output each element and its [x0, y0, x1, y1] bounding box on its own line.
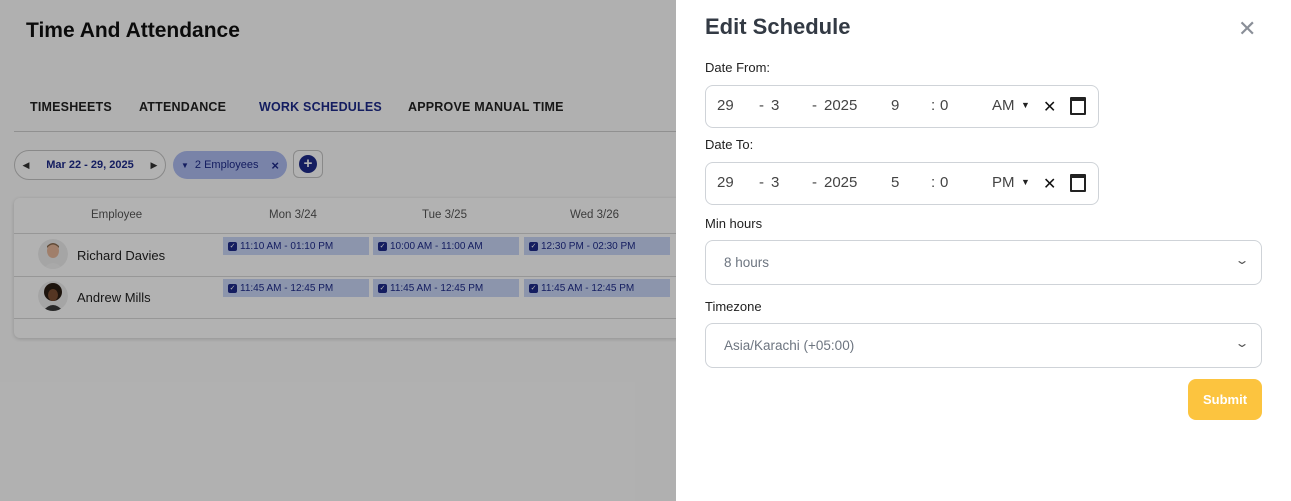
separator: -	[759, 97, 764, 114]
close-icon[interactable]: ✕	[1238, 16, 1256, 42]
date-to-input[interactable]: 29 - 3 - 2025 5 : 0 PM ▼ ✕	[705, 162, 1099, 205]
date-to-label: Date To:	[705, 137, 754, 152]
ampm-chevron-icon[interactable]: ▼	[1021, 177, 1030, 187]
calendar-icon[interactable]	[1070, 174, 1086, 192]
clear-icon[interactable]: ✕	[1043, 97, 1056, 117]
drawer-title: Edit Schedule	[705, 14, 851, 39]
timezone-value: Asia/Karachi (+05:00)	[724, 338, 855, 353]
ampm-chevron-icon[interactable]: ▼	[1021, 100, 1030, 110]
timezone-select[interactable]: Asia/Karachi (+05:00) ⌄	[705, 323, 1262, 368]
day-segment[interactable]: 29	[717, 174, 734, 191]
separator: :	[931, 174, 936, 191]
timezone-label: Timezone	[705, 299, 762, 314]
separator: -	[812, 174, 817, 191]
chevron-down-icon: ⌄	[1234, 336, 1250, 350]
minute-segment[interactable]: 0	[940, 97, 948, 114]
min-hours-label: Min hours	[705, 216, 763, 231]
ampm-segment[interactable]: AM	[992, 97, 1015, 114]
min-hours-value: 8 hours	[724, 255, 770, 270]
minute-segment[interactable]: 0	[940, 174, 948, 191]
date-from-label: Date From:	[705, 60, 771, 75]
year-segment[interactable]: 2025	[824, 174, 857, 191]
min-hours-select[interactable]: 8 hours ⌄	[705, 240, 1262, 285]
clear-icon[interactable]: ✕	[1043, 174, 1056, 194]
month-segment[interactable]: 3	[771, 174, 779, 191]
hour-segment[interactable]: 9	[891, 97, 899, 114]
edit-schedule-drawer: Edit Schedule ✕ Date From: 29 - 3 - 2025…	[676, 0, 1291, 501]
hour-segment[interactable]: 5	[891, 174, 899, 191]
separator: -	[759, 174, 764, 191]
calendar-icon[interactable]	[1070, 97, 1086, 115]
month-segment[interactable]: 3	[771, 97, 779, 114]
chevron-down-icon: ⌄	[1234, 253, 1250, 267]
date-from-input[interactable]: 29 - 3 - 2025 9 : 0 AM ▼ ✕	[705, 85, 1099, 128]
separator: :	[931, 97, 936, 114]
submit-button[interactable]: Submit	[1188, 379, 1262, 420]
day-segment[interactable]: 29	[717, 97, 734, 114]
ampm-segment[interactable]: PM	[992, 174, 1015, 191]
year-segment[interactable]: 2025	[824, 97, 857, 114]
separator: -	[812, 97, 817, 114]
